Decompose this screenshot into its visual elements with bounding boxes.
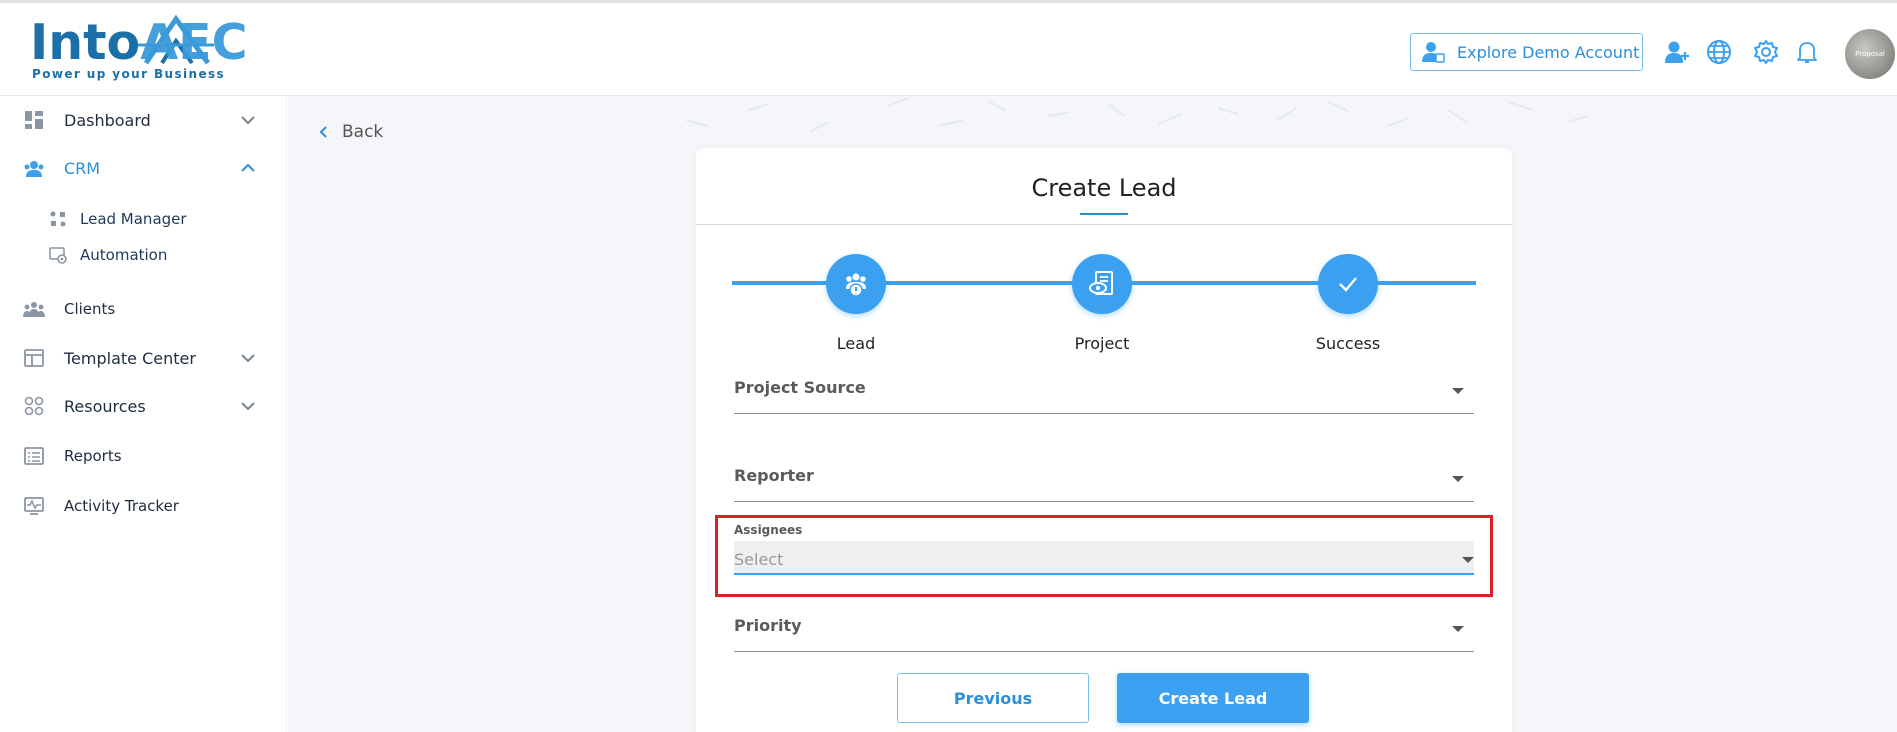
sidebar-item-label: Clients <box>64 300 116 318</box>
chevron-left-icon <box>319 126 327 138</box>
avatar-text: Proposal <box>1855 50 1885 58</box>
top-header: IntoAEC Power up your Business Explore D… <box>0 0 1897 96</box>
assignees-placeholder: Select <box>734 550 784 569</box>
sidebar-item-dashboard[interactable]: Dashboard <box>0 100 287 140</box>
chevron-down-icon <box>238 396 258 416</box>
page-title: Create Lead <box>1031 174 1177 202</box>
sidebar-item-label: Reports <box>64 447 122 465</box>
intoaec-logo[interactable]: IntoAEC Power up your Business <box>30 15 248 85</box>
project-source-select[interactable]: Project Source <box>734 378 1474 416</box>
globe-icon[interactable] <box>1704 37 1734 67</box>
assignees-label: Assignees <box>734 523 803 537</box>
gear-icon[interactable] <box>1751 37 1781 67</box>
logo-tagline: Power up your Business <box>32 67 226 81</box>
step-project[interactable] <box>1072 254 1132 314</box>
sidebar-item-label: Template Center <box>64 348 196 368</box>
previous-button[interactable]: Previous <box>897 673 1089 723</box>
activity-icon <box>23 495 45 517</box>
sidebar-subitem-automation[interactable]: Automation <box>0 239 287 271</box>
main-content: Back Create Lead Lead Project Success Pr… <box>288 96 1897 732</box>
sidebar-item-resources[interactable]: Resources <box>0 386 287 426</box>
chevron-up-icon <box>238 158 258 178</box>
field-underline <box>734 651 1474 652</box>
card-divider <box>696 224 1512 225</box>
step-lead[interactable] <box>826 254 886 314</box>
back-link[interactable]: Back <box>318 122 383 142</box>
sidebar-item-label: Dashboard <box>64 110 151 130</box>
sidebar-item-reports[interactable]: Reports <box>0 436 287 476</box>
sidebar-item-clients[interactable]: Clients <box>0 289 287 329</box>
clients-icon <box>23 298 45 320</box>
automation-icon <box>48 245 68 265</box>
priority-label: Priority <box>734 616 802 635</box>
add-user-icon[interactable] <box>1662 37 1692 67</box>
caret-down-icon <box>1452 476 1464 482</box>
explore-demo-account-label: Explore Demo Account <box>1457 42 1640 62</box>
sidebar: Dashboard CRM Lead Manager Automation Cl… <box>0 96 287 732</box>
reporter-label: Reporter <box>734 466 814 485</box>
sidebar-item-activity-tracker[interactable]: Activity Tracker <box>0 486 287 526</box>
crm-icon <box>23 157 45 179</box>
step-label-lead: Lead <box>836 334 876 353</box>
step-label-success: Success <box>1315 334 1381 353</box>
sidebar-item-label: Activity Tracker <box>64 497 179 515</box>
lead-step-icon <box>846 273 866 297</box>
create-lead-button[interactable]: Create Lead <box>1117 673 1309 723</box>
sidebar-item-label: CRM <box>64 158 101 178</box>
caret-down-icon <box>1452 388 1464 394</box>
field-underline <box>734 413 1474 414</box>
step-label-project: Project <box>1074 334 1130 353</box>
back-label: Back <box>342 122 384 142</box>
chevron-down-icon <box>238 110 258 130</box>
project-step-icon <box>1089 271 1113 295</box>
priority-select[interactable]: Priority <box>734 616 1474 654</box>
sidebar-subitem-lead-manager[interactable]: Lead Manager <box>0 203 287 235</box>
bell-icon[interactable] <box>1792 37 1822 67</box>
project-source-label: Project Source <box>734 378 866 397</box>
assignees-select[interactable] <box>734 541 1474 575</box>
reporter-select[interactable]: Reporter <box>734 466 1474 504</box>
caret-down-icon <box>1452 626 1464 632</box>
demo-user-icon <box>1422 42 1445 63</box>
sidebar-subitem-label: Lead Manager <box>80 210 187 228</box>
step-success[interactable] <box>1318 254 1378 314</box>
chevron-down-icon <box>238 348 258 368</box>
lead-manager-icon <box>48 209 68 229</box>
create-lead-card: Create Lead Lead Project Success Project… <box>696 148 1512 732</box>
logo-brand: IntoAEC <box>30 14 248 71</box>
sidebar-item-template-center[interactable]: Template Center <box>0 338 287 378</box>
sidebar-subitem-label: Automation <box>80 246 168 264</box>
template-icon <box>23 347 45 369</box>
sidebar-item-crm[interactable]: CRM <box>0 148 287 188</box>
check-icon <box>1339 277 1357 292</box>
dashboard-icon <box>23 109 45 131</box>
title-underline <box>1080 213 1128 215</box>
resources-icon <box>23 395 45 417</box>
caret-down-icon <box>1462 557 1474 563</box>
reports-icon <box>23 445 45 467</box>
sidebar-item-label: Resources <box>64 396 146 416</box>
explore-demo-account-button[interactable]: Explore Demo Account <box>1410 33 1643 71</box>
field-underline <box>734 501 1474 502</box>
user-avatar[interactable]: Proposal <box>1845 29 1895 79</box>
